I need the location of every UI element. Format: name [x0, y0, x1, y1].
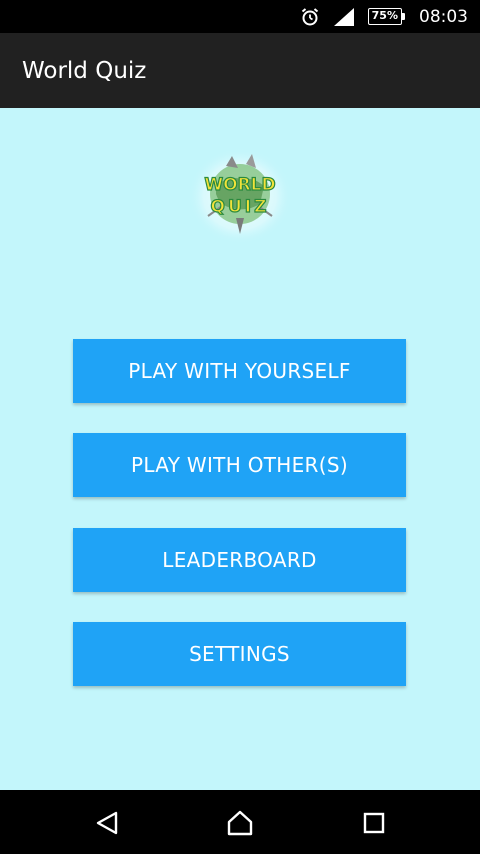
play-with-yourself-button[interactable]: PLAY WITH YOURSELF [73, 339, 406, 403]
status-time: 08:03 [419, 6, 468, 27]
signal-icon [333, 7, 354, 26]
app-bar: World Quiz [0, 33, 480, 108]
logo-text-world: WORLD [204, 175, 275, 195]
logo-text-quiz: QUIZ [211, 197, 270, 217]
battery-level: 75% [367, 8, 402, 25]
world-quiz-logo: WORLD QUIZ [186, 146, 294, 246]
app-title: World Quiz [22, 57, 147, 84]
alarm-icon [300, 7, 320, 27]
recents-icon[interactable] [361, 810, 387, 840]
play-with-others-button[interactable]: PLAY WITH OTHER(S) [73, 433, 406, 497]
status-bar: 75% 08:03 [0, 0, 480, 33]
battery-icon: 75% [367, 8, 405, 25]
settings-button[interactable]: SETTINGS [73, 622, 406, 686]
main-content: WORLD QUIZ PLAY WITH YOURSELF PLAY WITH … [0, 108, 480, 790]
back-icon[interactable] [94, 810, 120, 840]
leaderboard-button[interactable]: LEADERBOARD [73, 528, 406, 592]
navigation-bar [0, 790, 480, 854]
home-icon[interactable] [226, 810, 254, 840]
